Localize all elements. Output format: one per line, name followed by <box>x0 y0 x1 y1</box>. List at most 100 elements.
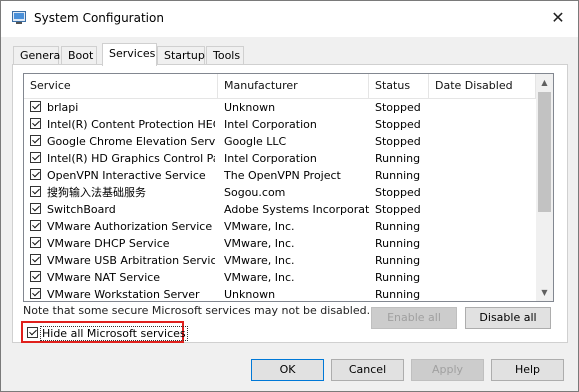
service-checkbox[interactable] <box>30 186 41 197</box>
service-row[interactable]: VMware Workstation Server Unknown Runnin… <box>24 286 536 301</box>
service-date-disabled <box>435 185 533 200</box>
service-manufacturer: VMware, Inc. <box>224 254 295 267</box>
service-date-disabled <box>435 151 533 166</box>
service-checkbox[interactable] <box>30 118 41 129</box>
tab-general[interactable]: General <box>13 46 63 64</box>
service-checkbox[interactable] <box>30 203 41 214</box>
service-manufacturer: Sogou.com <box>224 186 286 199</box>
tab-label: General <box>20 49 64 62</box>
service-manufacturer: VMware, Inc. <box>224 220 295 233</box>
service-manufacturer: Unknown <box>224 288 276 301</box>
column-header-service[interactable]: Service <box>24 74 218 98</box>
close-icon[interactable]: ✕ <box>549 9 567 27</box>
scrollbar-thumb[interactable] <box>538 92 551 212</box>
service-manufacturer: Intel Corporation <box>224 118 317 131</box>
column-header-date-disabled[interactable]: Date Disabled <box>429 74 536 98</box>
service-checkbox[interactable] <box>30 101 41 112</box>
tab-label: Tools <box>213 49 241 62</box>
service-row[interactable]: VMware USB Arbitration Service VMware, I… <box>24 252 536 269</box>
tab-startup[interactable]: Startup <box>157 46 205 64</box>
service-name: VMware NAT Service <box>47 271 161 284</box>
services-list[interactable]: Service Manufacturer Status Date Disable… <box>23 73 554 302</box>
service-name: 搜狗输入法基础服务 <box>47 186 146 199</box>
service-checkbox[interactable] <box>30 169 41 180</box>
service-name: VMware Workstation Server <box>47 288 200 301</box>
tab-label: Startup <box>164 49 205 62</box>
service-manufacturer: VMware, Inc. <box>224 271 295 284</box>
column-header-manufacturer[interactable]: Manufacturer <box>218 74 369 98</box>
service-name: VMware DHCP Service <box>47 237 170 250</box>
service-manufacturer: VMware, Inc. <box>224 237 295 250</box>
service-status: Running <box>375 254 421 267</box>
service-checkbox[interactable] <box>30 237 41 248</box>
column-header-status[interactable]: Status <box>369 74 429 98</box>
service-date-disabled <box>435 253 533 268</box>
service-checkbox[interactable] <box>30 220 41 231</box>
service-name: VMware Authorization Service <box>47 220 213 233</box>
service-status: Stopped <box>375 135 421 148</box>
service-row[interactable]: VMware NAT Service VMware, Inc. Running <box>24 269 536 286</box>
service-status: Stopped <box>375 101 421 114</box>
service-row[interactable]: brlapi Unknown Stopped <box>24 99 536 116</box>
tab-boot[interactable]: Boot <box>61 46 97 64</box>
service-row[interactable]: Intel(R) HD Graphics Control Pa... Intel… <box>24 150 536 167</box>
vertical-scrollbar[interactable]: ▲ ▼ <box>536 74 553 301</box>
apply-button[interactable]: Apply <box>411 359 484 381</box>
service-name: Google Chrome Elevation Servic... <box>47 135 215 148</box>
scroll-up-icon[interactable]: ▲ <box>536 74 553 91</box>
hide-microsoft-label[interactable]: Hide all Microsoft services <box>40 326 188 341</box>
ok-button[interactable]: OK <box>251 359 324 381</box>
service-row[interactable]: Google Chrome Elevation Servic... Google… <box>24 133 536 150</box>
service-row[interactable]: SwitchBoard Adobe Systems Incorporated S… <box>24 201 536 218</box>
service-date-disabled <box>435 168 533 183</box>
service-status: Stopped <box>375 203 421 216</box>
service-name: Intel(R) HD Graphics Control Pa... <box>47 152 215 165</box>
service-date-disabled <box>435 236 533 251</box>
service-row[interactable]: OpenVPN Interactive Service The OpenVPN … <box>24 167 536 184</box>
service-manufacturer: The OpenVPN Project <box>224 169 341 182</box>
service-row[interactable]: VMware Authorization Service VMware, Inc… <box>24 218 536 235</box>
service-status: Running <box>375 152 421 165</box>
service-status: Running <box>375 288 421 301</box>
enable-all-button[interactable]: Enable all <box>371 307 457 329</box>
service-checkbox[interactable] <box>30 271 41 282</box>
system-configuration-window: System Configuration ✕ General Boot Serv… <box>0 0 579 392</box>
service-name: VMware USB Arbitration Service <box>47 254 215 267</box>
service-date-disabled <box>435 219 533 234</box>
list-header: Service Manufacturer Status Date Disable… <box>24 74 553 99</box>
disable-all-button[interactable]: Disable all <box>465 307 551 329</box>
service-date-disabled <box>435 202 533 217</box>
tab-label: Services <box>109 47 156 60</box>
cancel-button[interactable]: Cancel <box>331 359 404 381</box>
service-row[interactable]: Intel(R) Content Protection HEC... Intel… <box>24 116 536 133</box>
service-manufacturer: Google LLC <box>224 135 287 148</box>
service-date-disabled <box>435 134 533 149</box>
window-title: System Configuration <box>34 11 164 25</box>
service-row[interactable]: VMware DHCP Service VMware, Inc. Running <box>24 235 536 252</box>
title-bar: System Configuration ✕ <box>1 1 578 37</box>
service-row[interactable]: 搜狗输入法基础服务 Sogou.com Stopped <box>24 184 536 201</box>
service-checkbox[interactable] <box>30 152 41 163</box>
tab-services[interactable]: Services <box>102 43 157 66</box>
service-status: Running <box>375 271 421 284</box>
tab-tools[interactable]: Tools <box>206 46 244 64</box>
service-manufacturer: Intel Corporation <box>224 152 317 165</box>
service-status: Running <box>375 237 421 250</box>
service-name: SwitchBoard <box>47 203 116 216</box>
secure-services-note: Note that some secure Microsoft services… <box>23 304 371 317</box>
help-button[interactable]: Help <box>491 359 564 381</box>
service-status: Running <box>375 220 421 233</box>
service-name: OpenVPN Interactive Service <box>47 169 206 182</box>
service-checkbox[interactable] <box>30 288 41 299</box>
scroll-down-icon[interactable]: ▼ <box>536 284 553 301</box>
tab-label: Boot <box>68 49 94 62</box>
service-checkbox[interactable] <box>30 254 41 265</box>
service-date-disabled <box>435 270 533 285</box>
hide-microsoft-checkbox[interactable] <box>27 327 38 338</box>
service-status: Running <box>375 169 421 182</box>
service-name: brlapi <box>47 101 79 114</box>
service-date-disabled <box>435 117 533 132</box>
service-checkbox[interactable] <box>30 135 41 146</box>
msconfig-icon <box>12 11 26 24</box>
service-date-disabled <box>435 287 533 301</box>
